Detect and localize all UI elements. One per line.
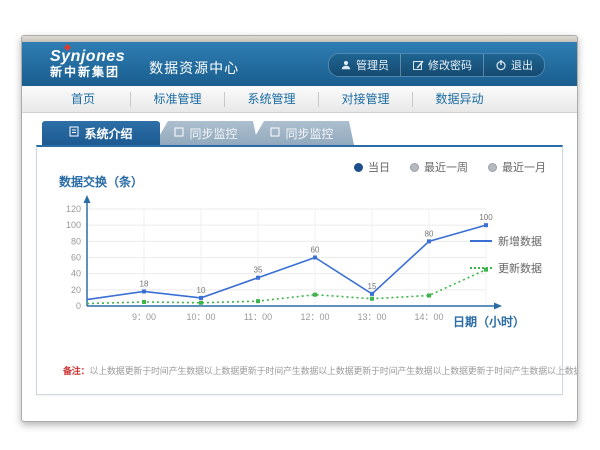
content-area: 系统介绍 同步监控 同步监控 当日 — [22, 113, 577, 395]
admin-user-button[interactable]: 管理员 — [329, 54, 400, 76]
range-option-last-month-label: 最近一月 — [502, 159, 546, 175]
user-icon — [340, 59, 352, 71]
y-axis-tick: 60 — [71, 253, 81, 263]
nav-item-data-changes[interactable]: 数据异动 — [412, 92, 506, 107]
data-point-marker — [370, 297, 374, 301]
data-point-marker — [199, 296, 203, 300]
nav-item-standard-mgmt[interactable]: 标准管理 — [130, 92, 224, 107]
logout-label: 退出 — [511, 57, 533, 73]
range-option-last-month[interactable]: 最近一月 — [488, 159, 546, 175]
x-axis-tick: 13：00 — [357, 312, 386, 322]
change-password-label: 修改密码 — [428, 57, 472, 73]
radio-unselected-icon — [488, 163, 497, 172]
x-axis-title: 日期（小时） — [453, 313, 525, 330]
logout-button[interactable]: 退出 — [483, 54, 544, 76]
radio-selected-icon — [354, 163, 363, 172]
monitor-icon — [174, 126, 184, 140]
change-password-button[interactable]: 修改密码 — [400, 54, 483, 76]
monitor-icon — [270, 126, 280, 140]
edit-icon — [412, 59, 424, 71]
data-point-label: 80 — [425, 229, 434, 238]
admin-user-label: 管理员 — [356, 57, 389, 73]
y-axis-tick: 100 — [66, 220, 81, 230]
tab-system-intro[interactable]: 系统介绍 — [42, 121, 160, 145]
x-axis-tick: 11：00 — [244, 312, 272, 322]
y-axis-tick: 80 — [71, 236, 81, 246]
data-point-label: 100 — [479, 213, 493, 222]
data-point-label: 10 — [197, 286, 206, 295]
legend-item-updated-data[interactable]: 更新数据 — [470, 260, 554, 276]
data-point-marker — [427, 293, 431, 297]
footer-note: 备注：以上数据更新于时间产生数据以上数据更新于时间产生数据以上数据更新于时间产生… — [63, 364, 578, 377]
y-axis-tick: 120 — [66, 204, 81, 214]
data-point-marker — [427, 239, 431, 243]
radio-unselected-icon — [410, 163, 419, 172]
document-icon — [69, 126, 79, 140]
range-option-last-week-label: 最近一周 — [424, 159, 468, 175]
tab-sync-monitor-1-label: 同步监控 — [189, 125, 237, 142]
logo-subtitle: 新中新集团 — [50, 66, 125, 80]
solid-line-swatch-icon — [470, 240, 492, 242]
logo: Synjones 新中新集团 — [50, 48, 125, 80]
nav-item-interface-mgmt[interactable]: 对接管理 — [318, 92, 412, 107]
note-text: 以上数据更新于时间产生数据以上数据更新于时间产生数据以上数据更新于时间产生数据以… — [89, 366, 578, 376]
main-nav: 首页 标准管理 系统管理 对接管理 数据异动 — [22, 86, 577, 113]
data-point-marker — [313, 256, 317, 260]
y-axis-title: 数据交换（条） — [59, 173, 143, 190]
line-chart: 0 20 40 60 80 100 120 9：00 10：00 11：00 12：00 13：00 1… — [49, 191, 509, 333]
chart-panel: 当日 最近一周 最近一月 数据交换（条） 0 20 40 60 80 100 120 9：00… — [36, 145, 563, 395]
data-point-marker — [256, 276, 260, 280]
range-option-today[interactable]: 当日 — [354, 159, 390, 175]
chart-legend: 新增数据 更新数据 — [470, 233, 554, 287]
dotted-line-swatch-icon — [470, 267, 492, 269]
data-point-label: 18 — [140, 279, 149, 288]
data-point-label: 15 — [368, 282, 377, 291]
logo-title: Synjones — [50, 48, 125, 66]
range-option-today-label: 当日 — [368, 159, 390, 175]
note-prefix: 备注： — [63, 366, 89, 376]
tab-sync-monitor-2-label: 同步监控 — [285, 125, 333, 142]
x-axis-tick: 10：00 — [186, 312, 215, 322]
app-window: Synjones 新中新集团 数据资源中心 管理员 修改密码 退出 — [21, 35, 578, 422]
data-point-marker — [370, 292, 374, 296]
x-axis-tick: 12：00 — [300, 312, 329, 322]
legend-new-data-label: 新增数据 — [498, 233, 542, 249]
nav-item-home[interactable]: 首页 — [36, 92, 130, 107]
legend-updated-data-label: 更新数据 — [498, 260, 542, 276]
tab-sync-monitor-1[interactable]: 同步监控 — [154, 121, 258, 145]
tab-bar: 系统介绍 同步监控 同步监控 — [42, 121, 563, 145]
y-axis-arrow-icon — [84, 195, 91, 203]
tab-system-intro-label: 系统介绍 — [84, 125, 132, 142]
data-point-marker — [313, 293, 317, 297]
y-axis-tick: 0 — [76, 301, 81, 311]
y-axis-tick: 20 — [71, 285, 81, 295]
time-range-selector: 当日 最近一周 最近一月 — [354, 159, 546, 175]
y-axis-tick: 40 — [71, 269, 81, 279]
data-point-marker — [142, 300, 146, 304]
x-axis-tick: 14：00 — [414, 312, 443, 322]
app-header: Synjones 新中新集团 数据资源中心 管理员 修改密码 退出 — [22, 42, 577, 86]
data-point-label: 35 — [254, 266, 263, 275]
x-axis-arrow-icon — [494, 303, 502, 310]
power-icon — [495, 59, 507, 71]
nav-item-system-mgmt[interactable]: 系统管理 — [224, 92, 318, 107]
data-point-marker — [256, 299, 260, 303]
tab-sync-monitor-2[interactable]: 同步监控 — [250, 121, 354, 145]
x-axis-tick: 9：00 — [132, 312, 156, 322]
data-point-marker — [484, 223, 488, 227]
legend-item-new-data[interactable]: 新增数据 — [470, 233, 554, 249]
data-point-label: 60 — [311, 246, 320, 255]
range-option-last-week[interactable]: 最近一周 — [410, 159, 468, 175]
page-title: 数据资源中心 — [149, 58, 239, 78]
data-point-marker — [142, 289, 146, 293]
user-menu: 管理员 修改密码 退出 — [328, 53, 545, 77]
data-point-marker — [199, 301, 203, 305]
